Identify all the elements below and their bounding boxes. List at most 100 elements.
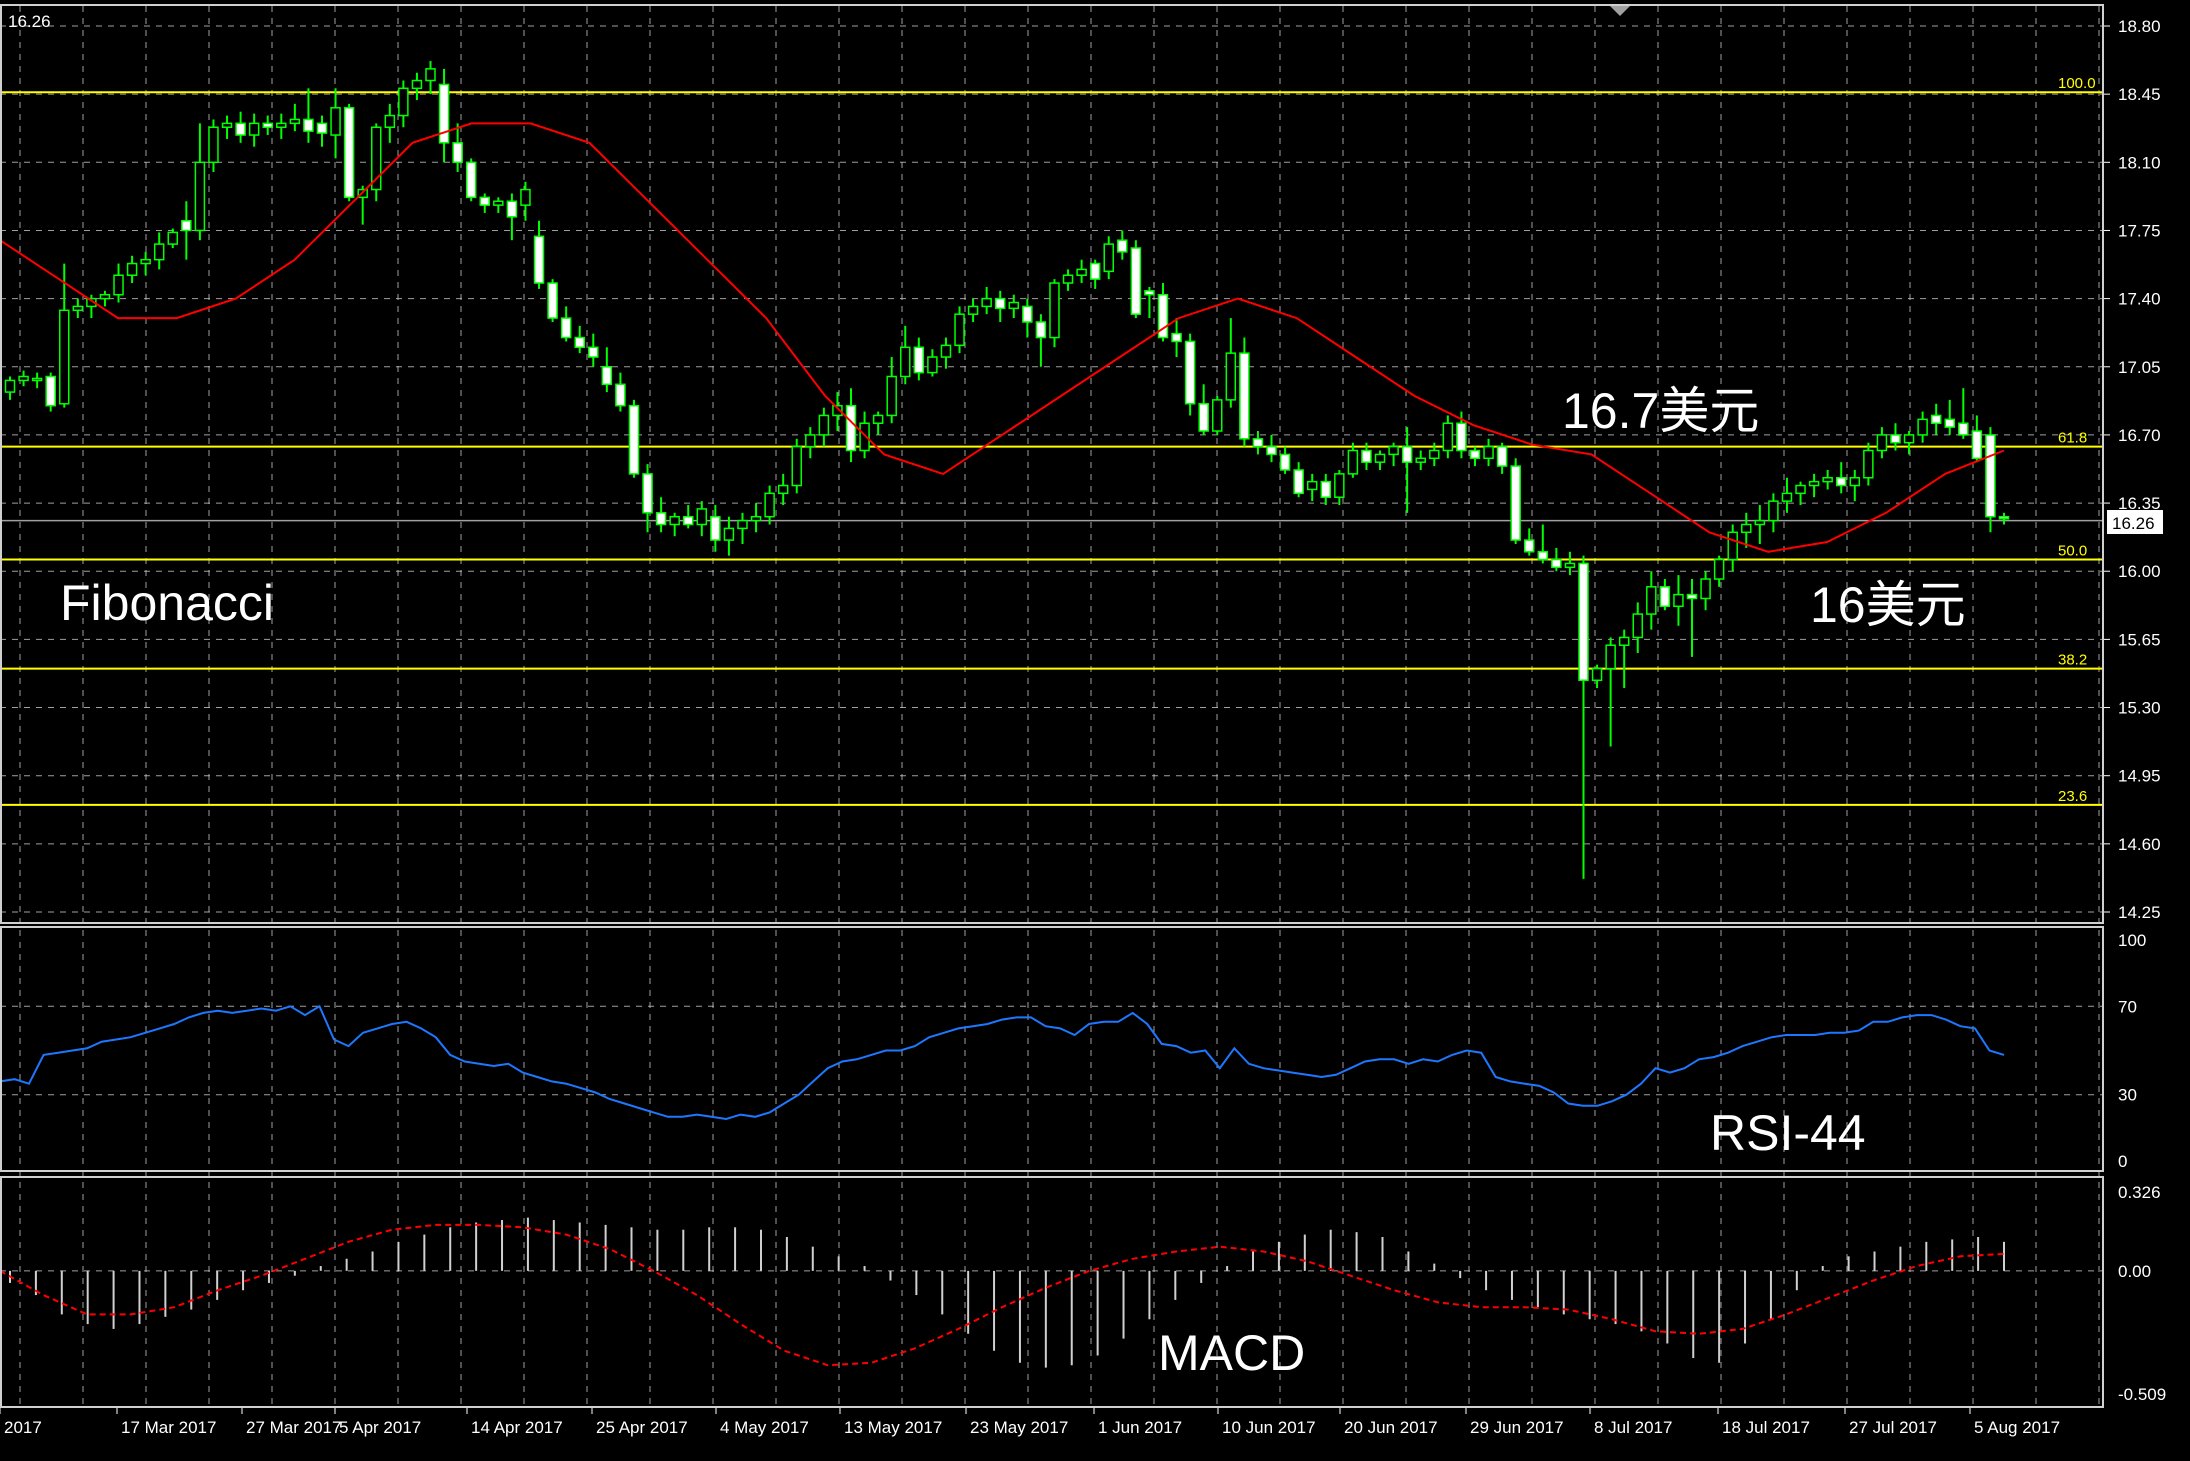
macd-title: MACD [1158,1325,1305,1381]
y-tick-label: 18.45 [2118,85,2161,104]
y-tick-label: 18.80 [2118,17,2161,36]
candle-body-up [805,434,816,448]
candle-body-up [1673,593,1684,608]
candle-body-up [384,114,396,129]
candle-body-down [1293,469,1304,495]
candle-body-up [1646,586,1657,615]
y-tick-label: 15.30 [2118,699,2161,718]
candle-body-down [1320,480,1332,498]
candle [1985,427,1996,533]
candle-body-up [411,79,423,90]
macd-tick-label: 0.326 [2118,1183,2161,1202]
candle-body-down [479,196,491,206]
candle-body-down [1944,418,1955,428]
candle-body-up [520,188,531,206]
candle-body-up [1741,523,1752,534]
candle-body-up [669,515,680,526]
candle-body-down [1089,262,1101,280]
x-tick-label: 13 May 2017 [844,1418,942,1437]
x-tick-label: 18 Jul 2017 [1722,1418,1810,1437]
x-tick-label: 2017 [4,1418,42,1437]
candle-body-down [1456,422,1467,452]
candle-body-up [1212,399,1223,432]
candle-body-up [1863,449,1874,479]
candle-body-up [1388,445,1399,456]
candle-body-up [276,122,287,129]
candle-body-down [1551,558,1562,569]
candle-body-up [1700,578,1711,600]
y-tick-label: 14.60 [2118,835,2161,854]
candle-body-down [1659,586,1671,608]
candle-body-up [1849,477,1861,487]
candle-body-up [737,519,748,530]
x-tick-label: 1 Jun 2017 [1098,1418,1182,1437]
fib-label: 38.2 [2058,652,2087,669]
rsi-tick-label: 100 [2118,931,2146,950]
candle-body-down [1686,593,1698,600]
candle [1184,333,1196,416]
candle-body-up [967,305,979,315]
candle-body-down [1985,434,1996,518]
rsi-tick-label: 70 [2118,997,2137,1016]
candle-body-down [235,122,246,136]
candle-body-down [1266,445,1277,456]
candle-body-up [1103,243,1114,273]
x-tick-label: 27 Jul 2017 [1849,1418,1937,1437]
rsi-title: RSI-44 [1710,1105,1866,1161]
x-tick-label: 4 May 2017 [720,1418,809,1437]
candle-body-up [1591,667,1603,682]
candle-body-up [900,346,911,378]
candle-body-down [1171,332,1182,343]
candle-body-up [872,414,884,424]
candle-body-up [493,200,504,206]
candle-body-up [1781,492,1793,502]
candle-body-down [588,346,599,358]
candle [45,372,56,412]
candle-body-up [764,492,775,518]
candle-body-up [927,356,938,374]
candle-body-up [1618,636,1630,646]
candle-body-up [1225,352,1237,401]
candle-body-up [153,243,165,261]
candle-body-down [1184,340,1196,405]
candle-body-up [1483,445,1494,460]
candle [465,158,477,202]
x-tick-label: 17 Mar 2017 [121,1418,216,1437]
candle-body-up [1632,613,1644,639]
candle-body-up [1754,519,1766,526]
y-tick-label: 17.75 [2118,221,2161,240]
candle-body-down [560,317,572,339]
candle-body-down [316,122,328,134]
fib-label: 23.6 [2058,788,2087,805]
candle-body-up [1876,434,1888,452]
candle [1510,458,1521,544]
candle-body-up [1062,274,1074,284]
top-left-price: 16.26 [8,12,51,31]
candle-body-up [791,445,802,487]
candle-body-down [262,122,273,129]
macd-tick-label: -0.509 [2118,1385,2166,1404]
candle-body-down [1971,430,1983,460]
candle-body-down [1930,414,1942,424]
candle-body-up [1727,531,1738,561]
candle-body-up [750,515,762,522]
candle-body-up [99,293,111,300]
candle-body-up [954,313,965,347]
x-tick-label: 25 Apr 2017 [596,1418,688,1437]
candle-body-up [289,118,301,125]
candle-body-up [59,309,70,405]
candle-body-down [1022,305,1033,323]
candle-body-up [1713,558,1725,580]
fib-label: 61.8 [2058,430,2087,447]
candle-body-down [1523,539,1535,553]
x-tick-label: 14 Apr 2017 [471,1418,563,1437]
candle-body-down [1401,445,1413,463]
candle-body-up [1808,480,1820,487]
candle-body-down [845,404,857,452]
candle-body-down [1198,403,1209,432]
candle-body-down [642,473,653,514]
chart-canvas: 100.0 61.8 50.0 38.2 23.6 2017 17 Mar 2017 27 … [0,0,2190,1456]
x-tick-label: 29 Jun 2017 [1470,1418,1564,1437]
annotation-16: 16美元 [1810,577,1966,633]
candle-body-down [1537,551,1549,561]
